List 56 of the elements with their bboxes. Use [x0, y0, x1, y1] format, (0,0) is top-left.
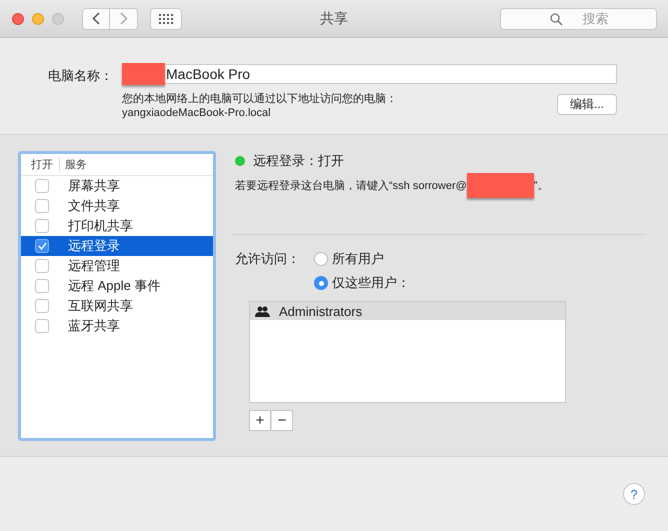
instruction-text: ”。: [534, 179, 548, 193]
service-row[interactable]: 屏幕共享: [21, 176, 213, 196]
checkbox[interactable]: [35, 179, 49, 193]
field-label: 电脑名称：: [48, 67, 114, 85]
local-address: yangxiaodeMacBook-Pro.local: [122, 106, 272, 120]
service-name: 远程管理: [68, 257, 120, 275]
service-row[interactable]: 远程登录: [21, 236, 213, 256]
service-name: 文件共享: [68, 197, 120, 215]
radio-button[interactable]: [314, 252, 328, 266]
service-row[interactable]: 互联网共享: [21, 296, 213, 316]
back-button[interactable]: [82, 8, 110, 30]
address-note: 您的本地网络上的电脑可以通过以下地址访问您的电脑：: [122, 92, 397, 106]
service-row[interactable]: 蓝牙共享: [21, 316, 213, 336]
service-name: 打印机共享: [68, 217, 133, 235]
service-name: 互联网共享: [68, 297, 133, 315]
checkmark-icon: [38, 242, 46, 250]
grid-icon: [159, 14, 173, 24]
checkbox[interactable]: [35, 299, 49, 313]
forward-icon: [120, 12, 128, 25]
back-icon: [92, 12, 100, 25]
service-name: 远程 Apple 事件: [68, 277, 160, 295]
search-icon: [550, 12, 563, 26]
remove-button[interactable]: −: [271, 410, 293, 431]
checkbox[interactable]: [35, 199, 49, 213]
add-button[interactable]: +: [249, 410, 271, 431]
checkbox[interactable]: [35, 259, 49, 273]
radio-option[interactable]: 仅这些用户：: [314, 274, 646, 292]
service-row[interactable]: 打印机共享: [21, 216, 213, 236]
status-text: 远程登录：打开: [253, 152, 344, 170]
service-name: 屏幕共享: [68, 177, 120, 195]
show-all-button[interactable]: [150, 8, 182, 30]
checkbox[interactable]: [35, 219, 49, 233]
group-icon: [255, 306, 270, 316]
zoom-button[interactable]: [52, 12, 64, 24]
computer-name-field[interactable]: MacBook Pro: [122, 64, 617, 84]
close-button[interactable]: [12, 12, 24, 24]
radio-button[interactable]: [314, 276, 328, 290]
search-field[interactable]: 搜索: [500, 8, 657, 30]
user-row[interactable]: Administrators: [250, 302, 565, 320]
service-name: 蓝牙共享: [68, 317, 120, 335]
checkbox[interactable]: [35, 239, 49, 253]
column-header[interactable]: 服务: [60, 157, 87, 172]
service-name: 远程登录: [68, 237, 120, 255]
service-row[interactable]: 文件共享: [21, 196, 213, 216]
help-button[interactable]: ?: [623, 483, 645, 505]
checkbox[interactable]: [35, 279, 49, 293]
instruction-text: 若要远程登录这台电脑，请键入“ssh sorrower@: [235, 178, 467, 193]
checkbox[interactable]: [35, 319, 49, 333]
edit-button[interactable]: 编辑...: [556, 94, 617, 115]
service-row[interactable]: 远程 Apple 事件: [21, 276, 213, 296]
access-label: 允许访问：: [235, 250, 301, 268]
radio-option[interactable]: 所有用户: [314, 250, 646, 268]
service-row[interactable]: 远程管理: [21, 256, 213, 276]
column-header[interactable]: 打开: [21, 157, 60, 172]
window-title: 共享: [320, 10, 348, 26]
minimize-button[interactable]: [32, 12, 44, 24]
